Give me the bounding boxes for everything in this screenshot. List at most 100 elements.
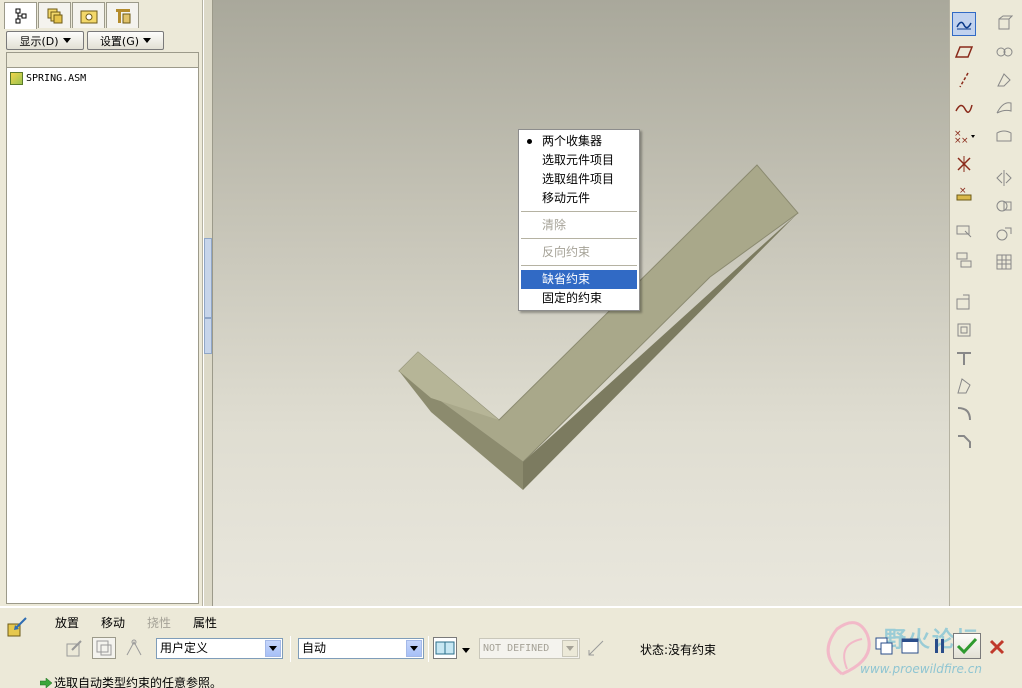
trim-button[interactable]: [992, 222, 1016, 246]
round-button[interactable]: [952, 402, 976, 426]
tab-placement[interactable]: 放置: [55, 614, 79, 631]
chevron-down-icon[interactable]: [462, 648, 470, 653]
hole-button[interactable]: [952, 290, 976, 314]
menu-item-two-collectors[interactable]: 两个收集器: [521, 132, 637, 151]
draft-button[interactable]: [952, 374, 976, 398]
style-button[interactable]: [992, 124, 1016, 148]
model-tree-icon: [15, 8, 26, 24]
sash-grip-bottom[interactable]: [204, 318, 212, 354]
extrude-icon: [998, 15, 1013, 30]
tab-properties[interactable]: 属性: [193, 614, 217, 631]
rib-icon: [957, 352, 971, 365]
separate-window-button[interactable]: [872, 635, 896, 657]
datum-plane-button[interactable]: [952, 40, 976, 64]
datum-plane-icon: [955, 46, 973, 58]
revolve-button[interactable]: [992, 40, 1016, 64]
tab-favorites[interactable]: [106, 2, 139, 28]
placement-toggle-button[interactable]: [92, 637, 116, 659]
interface-icon: [66, 640, 82, 657]
close-icon: [989, 639, 1005, 655]
component-icon: [956, 225, 972, 238]
ok-button[interactable]: [953, 633, 981, 659]
cancel-button[interactable]: [985, 636, 1009, 658]
tab-folder[interactable]: [72, 2, 105, 28]
constraint-type-dropdown[interactable]: 自动: [298, 638, 424, 659]
sketch-icon: [956, 21, 972, 30]
tab-move[interactable]: 移动: [101, 614, 125, 631]
tab-flexibility: 挠性: [147, 616, 172, 630]
merge-button[interactable]: [992, 194, 1016, 218]
merge-icon: [996, 200, 1012, 212]
tree-item-assembly[interactable]: SPRING.ASM: [10, 72, 86, 85]
mechanism-connection-button[interactable]: [122, 637, 146, 659]
tab-layers[interactable]: [38, 2, 71, 28]
separator: [290, 636, 291, 662]
pattern-button[interactable]: [992, 250, 1016, 274]
message-line: 选取自动类型约束的任意参照。: [40, 674, 222, 688]
component-placement-dashboard: 放置 移动 挠性 属性 用户定义 自动 NOT DEFINED 状态:没有约束 …: [0, 606, 1022, 688]
assembly-icon: [10, 72, 23, 85]
separator: [428, 636, 429, 662]
coordinate-system-icon: [957, 156, 971, 172]
chevron-down-icon: [62, 38, 71, 43]
chamfer-icon: [958, 435, 971, 448]
assembly-window-icon: [901, 638, 919, 654]
chamfer-button[interactable]: [952, 430, 976, 454]
display-menu-button[interactable]: 显示(D): [6, 31, 84, 50]
feature-toolbar: × × × ×: [949, 0, 1022, 606]
shell-button[interactable]: [952, 318, 976, 342]
datum-axis-icon: [959, 72, 969, 88]
chevron-down-icon[interactable]: [265, 640, 281, 657]
style-icon: [996, 130, 1012, 142]
create-component-icon: [956, 252, 972, 268]
status-text: 状态:没有约束: [640, 643, 717, 657]
analysis-feature-button[interactable]: ×: [952, 180, 976, 204]
context-menu: 两个收集器 选取元件项目 选取组件项目 移动元件 清除 反向约束 缺省约束 固定…: [518, 129, 640, 311]
offset-type-button[interactable]: [433, 637, 457, 659]
menu-separator: [521, 265, 637, 266]
mirror-button[interactable]: [992, 166, 1016, 190]
model-tree[interactable]: SPRING.ASM: [6, 68, 199, 604]
use-interface-button[interactable]: [62, 637, 86, 659]
sweep-button[interactable]: [992, 68, 1016, 92]
menu-item-flip-constraint: 反向约束: [542, 245, 591, 259]
menu-item-select-assembly[interactable]: 选取组件项目: [521, 170, 637, 189]
svg-text:×: ×: [954, 136, 962, 145]
menu-item-fixed-constraint[interactable]: 固定的约束: [521, 289, 637, 308]
rib-button[interactable]: [952, 346, 976, 370]
sketch-button[interactable]: [952, 12, 976, 36]
datum-curve-button[interactable]: [952, 96, 976, 120]
flip-icon: [588, 640, 604, 656]
menu-item-select-component[interactable]: 选取元件项目: [521, 151, 637, 170]
assembly-window-button[interactable]: [898, 635, 922, 657]
datum-point-button[interactable]: × × ×: [952, 124, 976, 148]
pattern-icon: [996, 254, 1012, 270]
svg-text:×: ×: [961, 136, 969, 145]
menu-item-move-component[interactable]: 移动元件: [521, 189, 637, 208]
datum-axis-button[interactable]: [952, 68, 976, 92]
chevron-down-icon[interactable]: [406, 640, 422, 657]
layers-icon: [47, 8, 62, 23]
coordinate-system-button[interactable]: [952, 152, 976, 176]
extrude-button[interactable]: [992, 12, 1016, 36]
create-component-button[interactable]: [952, 248, 976, 272]
hole-icon: [956, 294, 970, 310]
sash-grip-top[interactable]: [204, 238, 212, 318]
pause-button[interactable]: [928, 635, 952, 657]
watermark-url: www.proewildfire.cn: [860, 662, 982, 676]
folder-icon: [80, 10, 97, 23]
check-icon: [956, 637, 978, 655]
bullet-icon: [527, 139, 532, 144]
constraint-set-dropdown[interactable]: 用户定义: [156, 638, 283, 659]
mirror-icon: [996, 170, 1012, 186]
display-label: 显示(D): [19, 34, 59, 48]
menu-separator: [521, 238, 637, 239]
tree-column-header: [6, 52, 199, 68]
menu-item-default-constraint[interactable]: 缺省约束: [521, 270, 637, 289]
settings-menu-button[interactable]: 设置(G): [87, 31, 164, 50]
tab-model-tree[interactable]: [4, 2, 37, 29]
boundary-blend-button[interactable]: [992, 96, 1016, 120]
component-button[interactable]: [952, 220, 976, 244]
navigator-sash[interactable]: [203, 0, 213, 606]
datum-curve-icon: [955, 104, 973, 113]
